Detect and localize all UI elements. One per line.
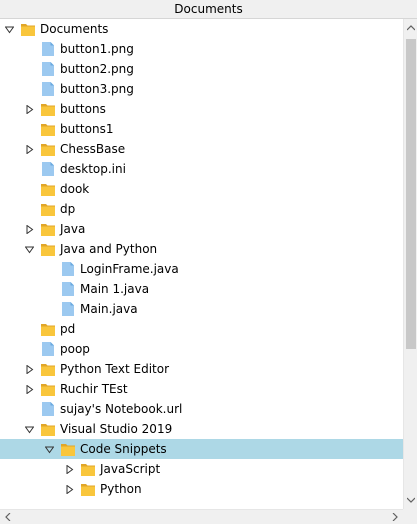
tree-row-label: poop [60, 342, 90, 356]
file-icon [62, 282, 74, 296]
scroll-left-arrow-icon[interactable] [4, 513, 12, 521]
expand-toggle-icon[interactable] [25, 225, 34, 234]
folder-icon [41, 124, 55, 136]
tree-row[interactable]: LoginFrame.java [0, 259, 403, 279]
tree-row[interactable]: Main 1.java [0, 279, 403, 299]
folder-icon [81, 464, 95, 476]
folder-icon [41, 184, 55, 196]
folder-icon [41, 144, 55, 156]
tree-row[interactable]: button3.png [0, 79, 403, 99]
tree-row[interactable]: Java and Python [0, 239, 403, 259]
tree-row[interactable]: Code Snippets [0, 439, 403, 459]
tree-row-label: Main.java [80, 302, 138, 316]
expand-toggle-icon[interactable] [65, 465, 74, 474]
tree-row[interactable]: Visual Studio 2019 [0, 419, 403, 439]
scrollbar-corner [403, 509, 417, 524]
tree-row[interactable]: JavaScript [0, 459, 403, 479]
tree-header-title: Documents [174, 2, 243, 16]
collapse-toggle-icon[interactable] [25, 245, 34, 254]
tree-row-label: ChessBase [60, 142, 126, 156]
tree-row[interactable]: ChessBase [0, 139, 403, 159]
tree-row[interactable]: buttons1 [0, 119, 403, 139]
tree-row-label: Python [100, 482, 142, 496]
tree-row[interactable]: button1.png [0, 39, 403, 59]
tree-row-label: desktop.ini [60, 162, 126, 176]
file-icon [42, 342, 54, 356]
tree-row[interactable]: Main.java [0, 299, 403, 319]
tree-row[interactable]: Python [0, 479, 403, 499]
tree-row-label: Java [60, 222, 86, 236]
tree-row-label: button3.png [60, 82, 134, 96]
tree-row[interactable]: sujay's Notebook.url [0, 399, 403, 419]
folder-icon [41, 104, 55, 116]
tree-row-label: buttons1 [60, 122, 114, 136]
folder-icon [41, 364, 55, 376]
folder-icon [21, 24, 35, 36]
tree-row-label: Visual Studio 2019 [60, 422, 173, 436]
tree-row[interactable]: Documents [0, 19, 403, 39]
tree-row-label: buttons [60, 102, 106, 116]
vertical-scroll-thumb[interactable] [406, 39, 416, 349]
expand-toggle-icon[interactable] [25, 385, 34, 394]
horizontal-scrollbar[interactable] [0, 509, 403, 524]
folder-icon [41, 324, 55, 336]
file-icon [42, 162, 54, 176]
tree-row-label: JavaScript [100, 462, 161, 476]
tree-row-label: Documents [40, 22, 109, 36]
tree-row[interactable]: desktop.ini [0, 159, 403, 179]
tree-row-label: button1.png [60, 42, 134, 56]
tree-row-label: Main 1.java [80, 282, 150, 296]
tree-row-label: dp [60, 202, 76, 216]
folder-icon [41, 224, 55, 236]
expand-toggle-icon[interactable] [25, 105, 34, 114]
file-icon [42, 82, 54, 96]
tree-row[interactable]: dook [0, 179, 403, 199]
tree-row[interactable]: buttons [0, 99, 403, 119]
tree-row-label: button2.png [60, 62, 134, 76]
expand-toggle-icon[interactable] [65, 485, 74, 494]
tree-row-label: Java and Python [60, 242, 158, 256]
file-icon [62, 302, 74, 316]
file-icon [42, 62, 54, 76]
tree-header: Documents [0, 0, 417, 19]
expand-toggle-icon[interactable] [25, 365, 34, 374]
tree-row[interactable]: Ruchir TEst [0, 379, 403, 399]
tree-row-label: dook [60, 182, 90, 196]
file-icon [42, 42, 54, 56]
tree-row-label: Ruchir TEst [60, 382, 128, 396]
tree-row-label: Python Text Editor [60, 362, 170, 376]
collapse-toggle-icon[interactable] [25, 425, 34, 434]
folder-icon [41, 204, 55, 216]
file-icon [62, 262, 74, 276]
folder-icon [61, 444, 75, 456]
collapse-toggle-icon[interactable] [45, 445, 54, 454]
folder-icon [41, 244, 55, 256]
tree-row[interactable]: Java [0, 219, 403, 239]
tree-row[interactable]: button2.png [0, 59, 403, 79]
tree-row-label: Code Snippets [80, 442, 167, 456]
folder-icon [41, 424, 55, 436]
expand-toggle-icon[interactable] [25, 145, 34, 154]
vertical-scrollbar[interactable] [403, 19, 417, 509]
file-tree[interactable]: Documents button1.png button2.png button3.p… [0, 19, 403, 509]
tree-row-label: LoginFrame.java [80, 262, 179, 276]
folder-icon [81, 484, 95, 496]
file-icon [42, 402, 54, 416]
scroll-down-arrow-icon[interactable] [407, 496, 415, 504]
tree-row-label: sujay's Notebook.url [60, 402, 183, 416]
scroll-up-arrow-icon[interactable] [407, 24, 415, 32]
collapse-toggle-icon[interactable] [5, 25, 14, 34]
folder-icon [41, 384, 55, 396]
tree-row[interactable]: pd [0, 319, 403, 339]
tree-row[interactable]: poop [0, 339, 403, 359]
scroll-right-arrow-icon[interactable] [391, 513, 399, 521]
tree-row-label: pd [60, 322, 76, 336]
tree-row[interactable]: Python Text Editor [0, 359, 403, 379]
tree-row[interactable]: dp [0, 199, 403, 219]
